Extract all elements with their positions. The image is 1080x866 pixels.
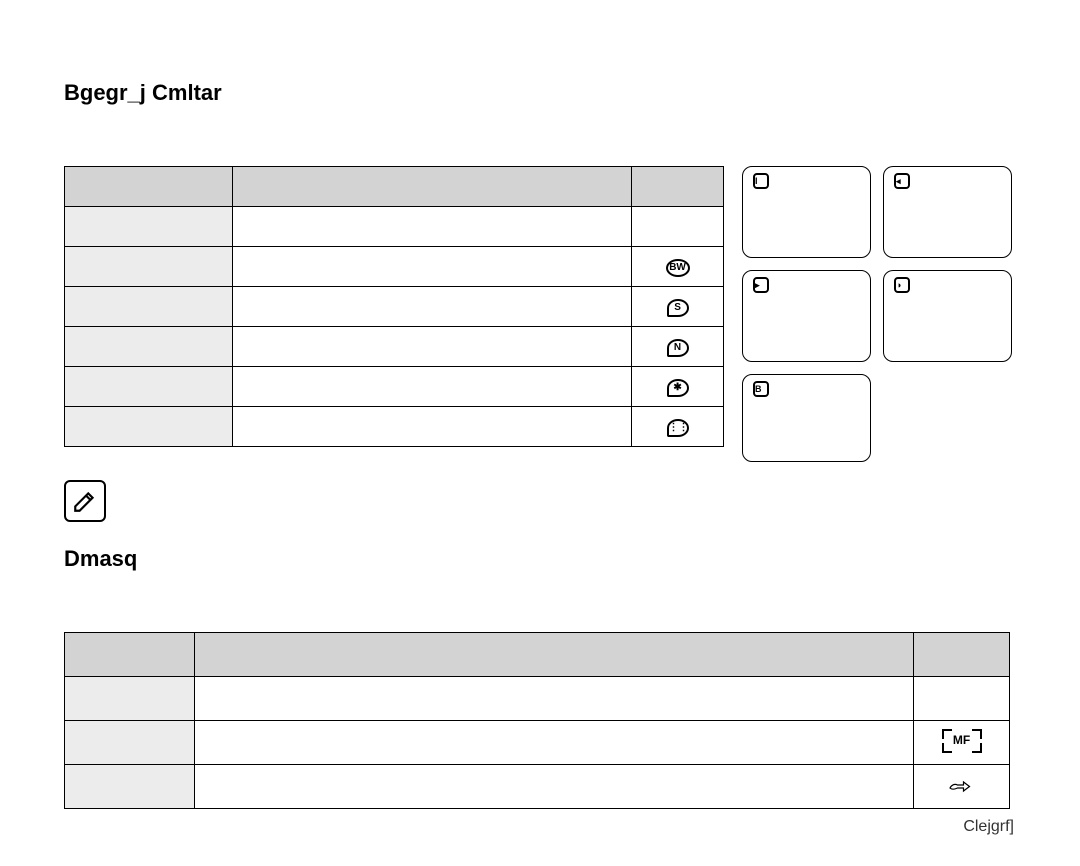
card-item: B — [742, 374, 871, 462]
card-badge-icon: B — [753, 381, 769, 397]
palette-n-icon: N — [632, 327, 724, 367]
cell — [65, 287, 233, 327]
table-row: MF — [65, 721, 1010, 765]
cell — [65, 367, 233, 407]
cell — [232, 287, 631, 327]
cell — [194, 765, 913, 809]
col-header — [65, 633, 195, 677]
cell — [65, 721, 195, 765]
cell — [65, 677, 195, 721]
hand-point-icon — [914, 765, 1010, 809]
card-badge-icon: ◂ — [894, 173, 910, 189]
col-header — [65, 167, 233, 207]
table-row — [65, 207, 724, 247]
table-row — [65, 765, 1010, 809]
bw-icon: BW — [632, 247, 724, 287]
cell — [65, 207, 233, 247]
footer-text: Clejgrf] — [963, 818, 1014, 836]
cell — [65, 407, 233, 447]
col-header — [194, 633, 913, 677]
mf-icon: MF — [914, 721, 1010, 765]
cell — [65, 247, 233, 287]
card-item: I — [742, 166, 871, 258]
card-badge-icon: ▸ — [753, 277, 769, 293]
card-badge-icon: I — [753, 173, 769, 189]
table-focus: MF — [64, 632, 1010, 809]
palette-star-icon: ✱ — [632, 367, 724, 407]
card-grid: I ◂ ▸ ◑ B — [742, 166, 1012, 462]
section1-heading: Bgegr_j Cmltar — [64, 80, 1016, 106]
cell — [65, 765, 195, 809]
cell — [232, 207, 631, 247]
col-header — [232, 167, 631, 207]
cell — [232, 247, 631, 287]
table-row: ✱ — [65, 367, 724, 407]
col-header — [914, 633, 1010, 677]
cell — [232, 407, 631, 447]
cell — [232, 327, 631, 367]
table-color: BW S N ✱ ⋮⋮ — [64, 166, 724, 447]
section2-heading: Dmasq — [64, 546, 1016, 572]
cell — [65, 327, 233, 367]
cell-icon — [914, 677, 1010, 721]
card-item: ◂ — [883, 166, 1012, 258]
table-row: BW — [65, 247, 724, 287]
table-row — [65, 633, 1010, 677]
cell — [194, 677, 913, 721]
cell — [232, 367, 631, 407]
table-row: ⋮⋮ — [65, 407, 724, 447]
note-icon — [64, 480, 106, 522]
palette-s-icon: S — [632, 287, 724, 327]
table-row — [65, 167, 724, 207]
card-badge-icon: ◑ — [894, 277, 910, 293]
card-item: ◑ — [883, 270, 1012, 362]
col-header — [632, 167, 724, 207]
cell — [194, 721, 913, 765]
cell-icon — [632, 207, 724, 247]
palette-grid-icon: ⋮⋮ — [632, 407, 724, 447]
table-row — [65, 677, 1010, 721]
card-item: ▸ — [742, 270, 871, 362]
table-row: S — [65, 287, 724, 327]
table-row: N — [65, 327, 724, 367]
